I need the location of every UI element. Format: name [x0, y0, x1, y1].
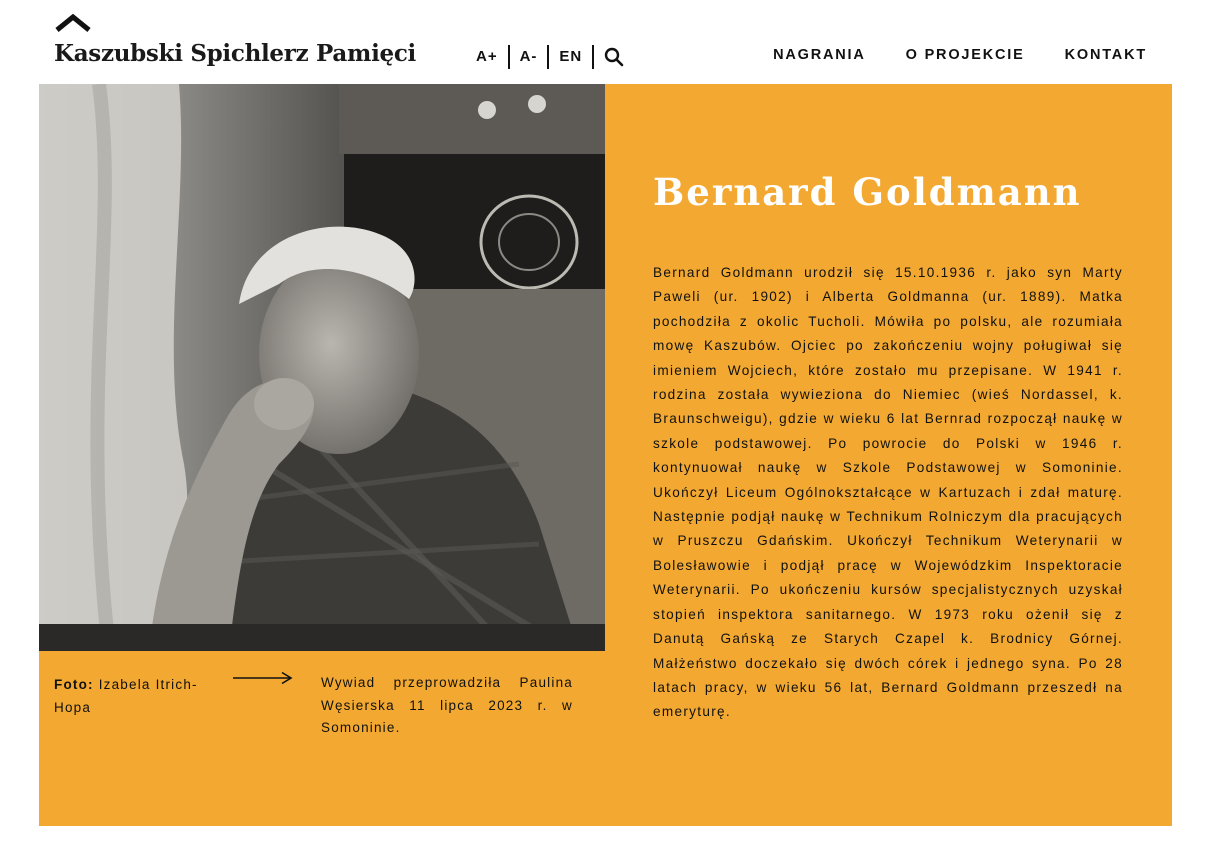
language-switch-button[interactable]: EN	[549, 45, 592, 69]
content-panel: Foto: Izabela Itrich-Hopa Wywiad przepro…	[39, 84, 1172, 826]
photo-credit: Foto: Izabela Itrich-Hopa	[54, 673, 224, 719]
search-icon	[605, 47, 624, 67]
font-decrease-button[interactable]: A-	[510, 45, 548, 69]
roof-chevron-icon[interactable]	[54, 12, 92, 34]
site-title[interactable]: Kaszubski Spichlerz Pamięci	[54, 40, 416, 67]
nav-item-kontakt[interactable]: KONTAKT	[1065, 47, 1147, 63]
photo-credit-label: Foto:	[54, 677, 94, 692]
accessibility-toolbar: A+ A- EN	[466, 44, 634, 70]
search-button[interactable]	[594, 47, 634, 67]
person-name-heading: Bernard Goldmann	[653, 170, 1082, 214]
main-nav: NAGRANIA O PROJEKCIE KONTAKT	[773, 47, 1147, 63]
font-increase-button[interactable]: A+	[466, 45, 508, 69]
nav-item-o-projekcie[interactable]: O PROJEKCIE	[906, 47, 1025, 63]
long-arrow-right-icon	[233, 671, 293, 685]
biography-text: Bernard Goldmann urodził się 15.10.1936 …	[653, 265, 1123, 720]
nav-item-nagrania[interactable]: NAGRANIA	[773, 47, 866, 63]
interview-note: Wywiad przeprowadziła Paulina Węsierska …	[321, 675, 573, 735]
portrait-photo	[39, 84, 605, 651]
